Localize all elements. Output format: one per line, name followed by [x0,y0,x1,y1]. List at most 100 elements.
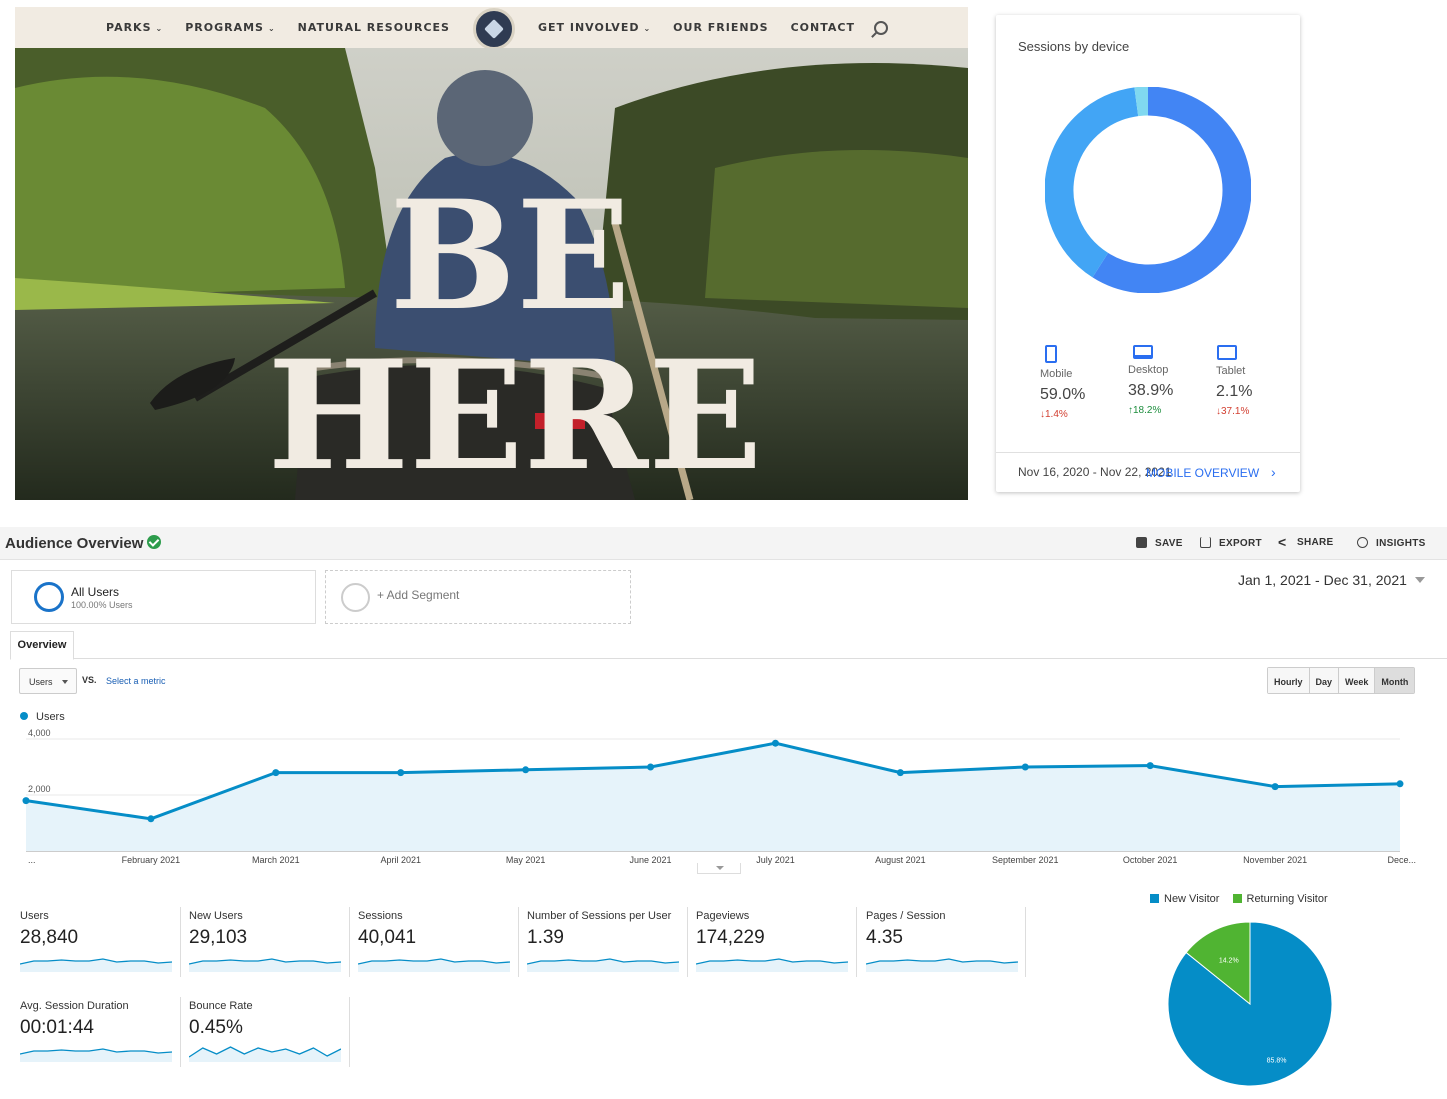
chart-resize-handle[interactable] [697,863,741,874]
granularity-month[interactable]: Month [1375,668,1415,693]
metric-tile-bounce-rate[interactable]: Bounce Rate 0.45% [189,1000,349,1062]
device-change: ↓1.4% [1040,409,1068,420]
sessions-by-device-card: Sessions by device Mobile 59.0% ↓1.4% De… [996,15,1300,492]
users-line-chart: 4,000 2,000... February 2021 March 2021 Apri… [22,728,1416,865]
granularity-day[interactable]: Day [1309,668,1340,693]
data-point[interactable] [522,766,530,774]
device-tablet: Tablet 2.1% ↓37.1% [1216,345,1286,417]
metric-tile-pageviews[interactable]: Pageviews 174,229 [696,910,856,972]
chevron-right-icon[interactable]: › [1271,464,1276,480]
metric-sparkline [358,958,510,972]
hero-headline-line1: BE [389,168,630,344]
metric-value: 00:01:44 [20,1017,94,1038]
data-point[interactable] [22,797,30,805]
screenshot-collage: PARKS ⌄ PROGRAMS ⌄ NATURAL RESOURCES GET I… [0,0,1447,1099]
chart-legend: Users [20,711,65,723]
data-point[interactable] [272,769,280,777]
insights-button[interactable]: INSIGHTS [1357,537,1426,549]
card-footer: Nov 16, 2020 - Nov 22, 2021 MOBILE OVERV… [996,452,1300,492]
data-point[interactable] [647,763,655,771]
tab-overview[interactable]: Overview [10,631,74,660]
add-segment-button[interactable]: + Add Segment [325,570,631,624]
metric-tile-sessions[interactable]: Sessions 40,041 [358,910,518,972]
metric-tile-pages-session[interactable]: Pages / Session 4.35 [866,910,1026,972]
metric-tile-avg-session-duration[interactable]: Avg. Session Duration 00:01:44 [20,1000,180,1062]
metric-sparkline [20,958,172,972]
metric-name: Users [20,910,49,922]
metric-dropdown[interactable]: Users [19,668,77,694]
chevron-down-icon: ⌄ [267,24,276,33]
metric-tile-number-of-sessions-per-user[interactable]: Number of Sessions per User 1.39 [527,910,687,972]
date-range-picker[interactable]: Jan 1, 2021 - Dec 31, 2021 [1238,572,1425,588]
device-mobile: Mobile 59.0% ↓1.4% [1040,345,1110,420]
tile-divider [1025,907,1026,977]
data-point[interactable] [896,769,904,777]
x-tick-label: March 2021 [252,855,300,865]
x-tick-label: April 2021 [380,855,421,865]
x-tick-label: August 2021 [875,855,926,865]
metric-name: Bounce Rate [189,1000,253,1012]
share-icon: < [1278,534,1287,550]
metric-value: 29,103 [189,927,248,948]
data-point[interactable] [1396,780,1404,788]
nav-item-natural-resources[interactable]: NATURAL RESOURCES [298,21,450,34]
x-tick-label: Dece... [1387,855,1416,865]
export-button[interactable]: EXPORT [1200,537,1262,549]
data-point[interactable] [397,769,405,777]
eagle-badge-logo[interactable] [472,7,515,50]
metric-name: Sessions [358,910,403,922]
tile-divider [349,997,350,1067]
search-icon[interactable] [873,20,888,35]
tile-divider [180,997,181,1067]
metric-tile-new-users[interactable]: New Users 29,103 [189,910,349,972]
sparkline-area [189,1047,341,1062]
nav-item-contact[interactable]: CONTACT [791,21,855,34]
legend-swatch-returning [1232,894,1242,903]
granularity-week[interactable]: Week [1339,668,1376,693]
tile-divider [180,907,181,977]
metric-value: 40,041 [358,927,417,948]
data-point[interactable] [771,739,779,747]
metric-sparkline [527,958,679,972]
nav-item-parks[interactable]: PARKS ⌄ [106,21,163,34]
x-tick-label: May 2021 [506,855,546,865]
tile-divider [349,907,350,977]
metric-value: 28,840 [20,927,79,948]
select-metric-link[interactable]: Select a metric [106,676,166,686]
data-point[interactable] [1271,783,1279,791]
caret-down-icon [1414,577,1425,583]
granularity-hourly[interactable]: Hourly [1268,668,1310,693]
segment-subtitle: 100.00% Users [71,600,133,610]
insights-icon [1357,537,1368,548]
data-point[interactable] [1146,762,1154,770]
data-point[interactable] [1021,763,1029,771]
device-change: ↓37.1% [1216,406,1250,417]
tile-divider [856,907,857,977]
x-tick-label: July 2021 [756,855,795,865]
nav-item-get-involved[interactable]: GET INVOLVED ⌄ [538,21,651,34]
nav-item-programs[interactable]: PROGRAMS ⌄ [185,21,275,34]
canoe-photo-illustration: BE HERE [15,48,968,500]
device-percent: 38.9% [1128,382,1174,399]
metric-value: 4.35 [866,927,903,948]
segment-all-users[interactable]: All Users 100.00% Users [11,570,316,624]
area-fill [26,743,1400,851]
metric-sparkline [866,958,1018,972]
metric-sparkline [696,958,848,972]
metric-sparkline [189,1046,341,1062]
save-button[interactable]: SAVE [1136,537,1183,549]
metric-value: 0.45% [189,1017,243,1038]
data-point[interactable] [147,815,155,823]
park-website: PARKS ⌄ PROGRAMS ⌄ NATURAL RESOURCES GET I… [15,7,968,500]
share-button[interactable]: < SHARE [1278,534,1334,550]
segment-ring-icon [34,582,64,612]
add-segment-label: + Add Segment [377,588,460,602]
x-tick-label: November 2021 [1243,855,1307,865]
nav-item-our-friends[interactable]: OUR FRIENDS [673,21,768,34]
metric-tile-users[interactable]: Users 28,840 [20,910,180,972]
x-tick-label: ... [28,855,36,865]
metric-value: 1.39 [527,927,564,948]
desktop-icon [1133,345,1153,359]
mobile-overview-link[interactable]: MOBILE OVERVIEW [1146,466,1259,480]
caret-down-icon [62,680,68,684]
